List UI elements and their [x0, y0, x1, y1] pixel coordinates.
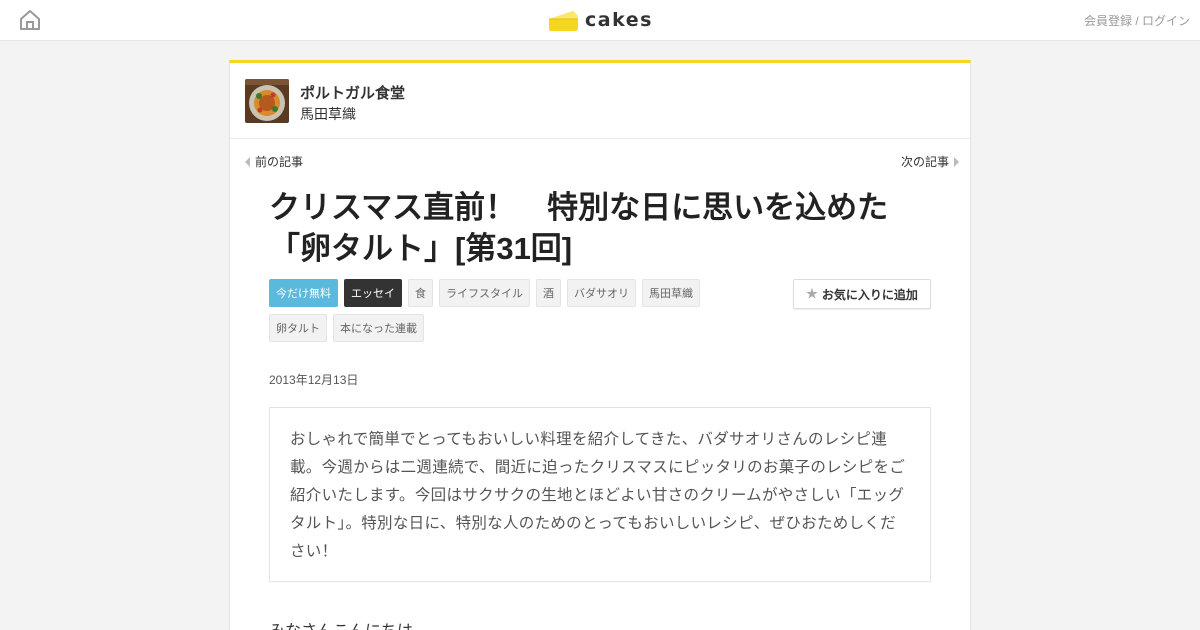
publish-date: 2013年12月13日	[269, 373, 359, 387]
next-article-link[interactable]: 次の記事	[901, 153, 959, 170]
series-title[interactable]: ポルトガル食堂	[300, 82, 405, 103]
tag[interactable]: 今だけ無料	[269, 279, 338, 307]
top-bar: cakes 会員登録 / ログイン	[0, 0, 1200, 41]
next-label: 次の記事	[900, 155, 949, 169]
prev-label: 前の記事	[255, 155, 304, 169]
favorite-label: お気に入りに追加	[821, 287, 918, 302]
tag[interactable]: 酒	[536, 279, 561, 307]
tag[interactable]: 本になった連載	[333, 314, 424, 342]
article-title: クリスマス直前！ 特別な日に思いを込めた 「卵タルト」[第31回]	[269, 187, 939, 269]
add-favorite-button[interactable]: ★ お気に入りに追加	[793, 279, 931, 309]
article-body-start: みなさんこんにちは。	[269, 617, 429, 630]
tag[interactable]: 馬田草織	[642, 279, 700, 307]
prev-article-link[interactable]: 前の記事	[245, 153, 303, 170]
tag[interactable]: バダサオリ	[567, 279, 636, 307]
article-card: ポルトガル食堂 馬田草織 前の記事 次の記事 クリスマス直前！ 特別な日に思いを…	[229, 60, 971, 630]
home-icon[interactable]	[18, 8, 42, 32]
series-author[interactable]: 馬田草織	[300, 104, 356, 124]
logo-text: cakes	[585, 9, 653, 31]
lead-text: おしゃれで簡単でとってもおいしい料理を紹介してきた、バダサオリさんのレシピ連載。…	[290, 431, 906, 560]
series-header: ポルトガル食堂 馬田草織	[230, 63, 970, 139]
tag[interactable]: ライフスタイル	[439, 279, 530, 307]
star-icon: ★	[806, 286, 818, 301]
site-logo[interactable]: cakes	[547, 5, 653, 35]
tag[interactable]: エッセイ	[344, 279, 402, 307]
login-link[interactable]: 会員登録 / ログイン	[1084, 12, 1190, 29]
series-thumbnail[interactable]	[245, 79, 289, 123]
title-line-1: クリスマス直前！ 特別な日に思いを込めた	[269, 190, 889, 225]
triangle-left-icon	[245, 156, 250, 167]
title-line-2: 「卵タルト」[第31回]	[269, 231, 573, 266]
tag-list: 今だけ無料 エッセイ食ライフスタイル酒バダサオリ 馬田草織卵タルト 本になった連載	[269, 279, 709, 342]
lead-box: おしゃれで簡単でとってもおいしい料理を紹介してきた、バダサオリさんのレシピ連載。…	[269, 407, 931, 582]
cake-logo-icon	[549, 11, 578, 31]
tag[interactable]: 食	[408, 279, 433, 307]
triangle-right-icon	[954, 156, 959, 167]
tag[interactable]: 卵タルト	[269, 314, 327, 342]
